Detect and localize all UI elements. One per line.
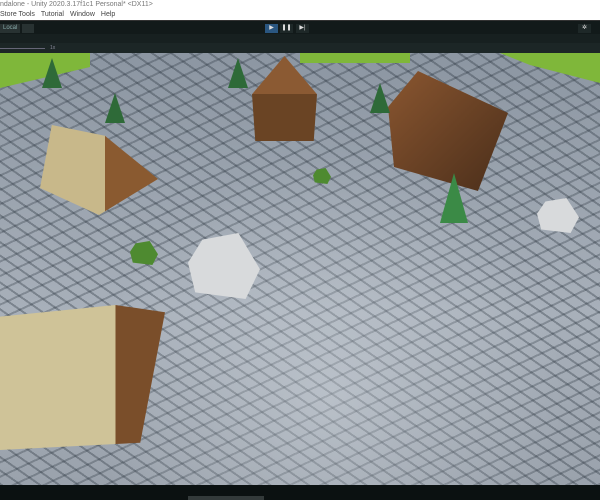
pine-tree xyxy=(370,83,390,113)
grass-right xyxy=(500,53,600,83)
menu-bar: Store Tools Tutorial Window Help xyxy=(0,10,600,20)
menu-window[interactable]: Window xyxy=(70,10,95,20)
horizontal-scrollbar[interactable] xyxy=(188,496,264,500)
window-title: ndalone - Unity 2020.3.17f1c1 Personal* … xyxy=(0,0,600,10)
pine-tree xyxy=(42,58,62,88)
wooden-house xyxy=(252,56,317,141)
tent-house-foreground xyxy=(0,305,165,450)
scale-slider-row: 1x xyxy=(0,43,600,53)
menu-tutorial[interactable]: Tutorial xyxy=(41,10,64,20)
pine-tree xyxy=(105,93,125,123)
rock xyxy=(537,198,579,233)
main-toolbar: Local ▶ ❚❚ ▶| ✲ xyxy=(0,20,600,34)
bush xyxy=(130,241,158,265)
grass-middle xyxy=(300,53,410,63)
pine-tree xyxy=(228,58,248,88)
bottom-bar xyxy=(0,485,600,500)
tent-house xyxy=(40,125,158,215)
play-button[interactable]: ▶ xyxy=(265,24,278,33)
grid-snap-button[interactable] xyxy=(22,24,34,33)
scale-label: 1x xyxy=(50,45,56,51)
pine-tree xyxy=(440,173,468,223)
bush xyxy=(313,168,331,184)
pause-button[interactable]: ❚❚ xyxy=(280,24,293,33)
scale-slider[interactable] xyxy=(0,48,45,49)
pivot-local-toggle[interactable]: Local xyxy=(0,24,21,33)
game-view-header xyxy=(0,34,600,43)
settings-icon[interactable]: ✲ xyxy=(578,24,591,33)
menu-help[interactable]: Help xyxy=(101,10,115,20)
step-button[interactable]: ▶| xyxy=(296,24,309,33)
game-viewport[interactable] xyxy=(0,53,600,485)
rock xyxy=(188,233,260,299)
menu-store-tools[interactable]: Store Tools xyxy=(0,10,35,20)
